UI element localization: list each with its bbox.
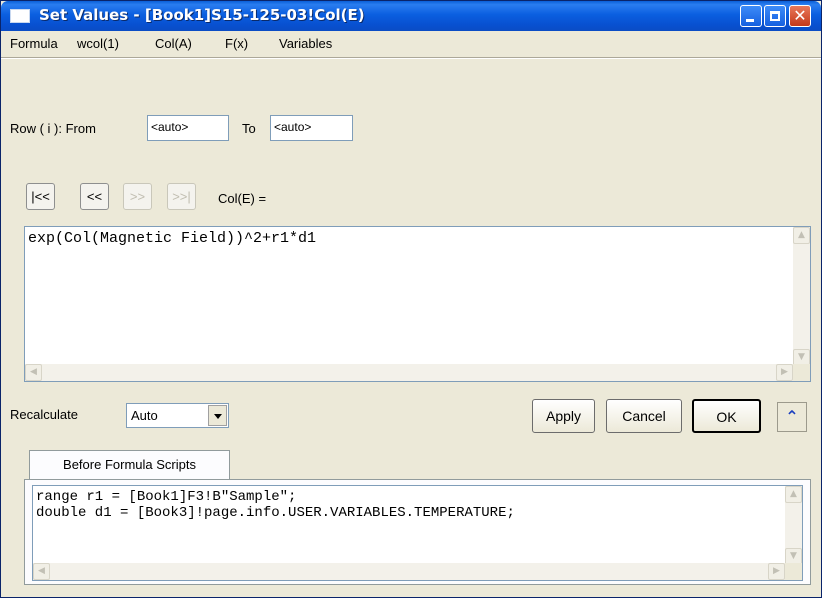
row-to-label: To [242,121,256,136]
menu-fx[interactable]: F(x) [225,36,248,51]
last-column-button[interactable]: >>| [167,183,196,210]
recalculate-select[interactable]: Auto [126,403,229,428]
close-icon: ✕ [793,6,807,25]
set-values-dialog: Set Values - [Book1]S15-125-03!Col(E) ✕ … [0,0,822,598]
row-from-input[interactable]: <auto> [147,115,229,141]
formula-editor[interactable]: exp(Col(Magnetic Field))^2+r1*d1 ▲ ▼ ◀ ▶ [24,226,811,382]
menu-divider [1,57,821,59]
menu-wcol[interactable]: wcol(1) [77,36,119,51]
menu-variables[interactable]: Variables [279,36,332,51]
scroll-up-icon[interactable]: ▲ [785,486,802,503]
recalculate-label: Recalculate [10,407,78,422]
row-to-input[interactable]: <auto> [270,115,353,141]
window-icon [10,9,30,23]
menu-bar: Formula wcol(1) Col(A) F(x) Variables [1,31,821,57]
scrollbar-corner [785,563,802,580]
title-bar[interactable]: Set Values - [Book1]S15-125-03!Col(E) ✕ [1,1,821,31]
formula-vertical-scrollbar[interactable]: ▲ ▼ [793,227,810,366]
minimize-button[interactable] [740,5,762,27]
cancel-button[interactable]: Cancel [606,399,682,433]
script-editor[interactable]: range r1 = [Book1]F3!B"Sample"; double d… [32,485,803,581]
window-title: Set Values - [Book1]S15-125-03!Col(E) [39,6,365,24]
minimize-icon [746,19,754,22]
script-horizontal-scrollbar[interactable]: ◀ ▶ [33,563,785,580]
scroll-left-icon[interactable]: ◀ [25,364,42,381]
previous-column-button[interactable]: << [80,183,109,210]
script-text: range r1 = [Book1]F3!B"Sample"; double d… [36,489,515,521]
scroll-right-icon[interactable]: ▶ [776,364,793,381]
menu-formula[interactable]: Formula [10,36,58,51]
recalculate-value: Auto [131,408,158,423]
close-button[interactable]: ✕ [789,5,811,27]
next-column-button[interactable]: >> [123,183,152,210]
target-column-label: Col(E) = [218,191,267,206]
chevron-down-icon[interactable] [208,405,227,426]
before-formula-scripts-panel: range r1 = [Book1]F3!B"Sample"; double d… [24,479,811,585]
tab-before-formula-scripts[interactable]: Before Formula Scripts [29,450,230,480]
scroll-left-icon[interactable]: ◀ [33,563,50,580]
apply-button[interactable]: Apply [532,399,595,433]
collapse-expand-button[interactable]: ⌃ [777,402,807,432]
formula-text: exp(Col(Magnetic Field))^2+r1*d1 [28,230,317,247]
double-chevron-up-icon: ⌃ [785,407,799,426]
scrollbar-corner [793,364,810,381]
script-vertical-scrollbar[interactable]: ▲ ▼ [785,486,802,565]
scroll-up-icon[interactable]: ▲ [793,227,810,244]
scroll-right-icon[interactable]: ▶ [768,563,785,580]
row-from-label: Row ( i ): From [10,121,96,136]
formula-horizontal-scrollbar[interactable]: ◀ ▶ [25,364,793,381]
first-column-button[interactable]: |<< [26,183,55,210]
maximize-button[interactable] [764,5,786,27]
ok-button[interactable]: OK [692,399,761,433]
menu-col-a[interactable]: Col(A) [155,36,192,51]
maximize-icon [770,11,780,21]
